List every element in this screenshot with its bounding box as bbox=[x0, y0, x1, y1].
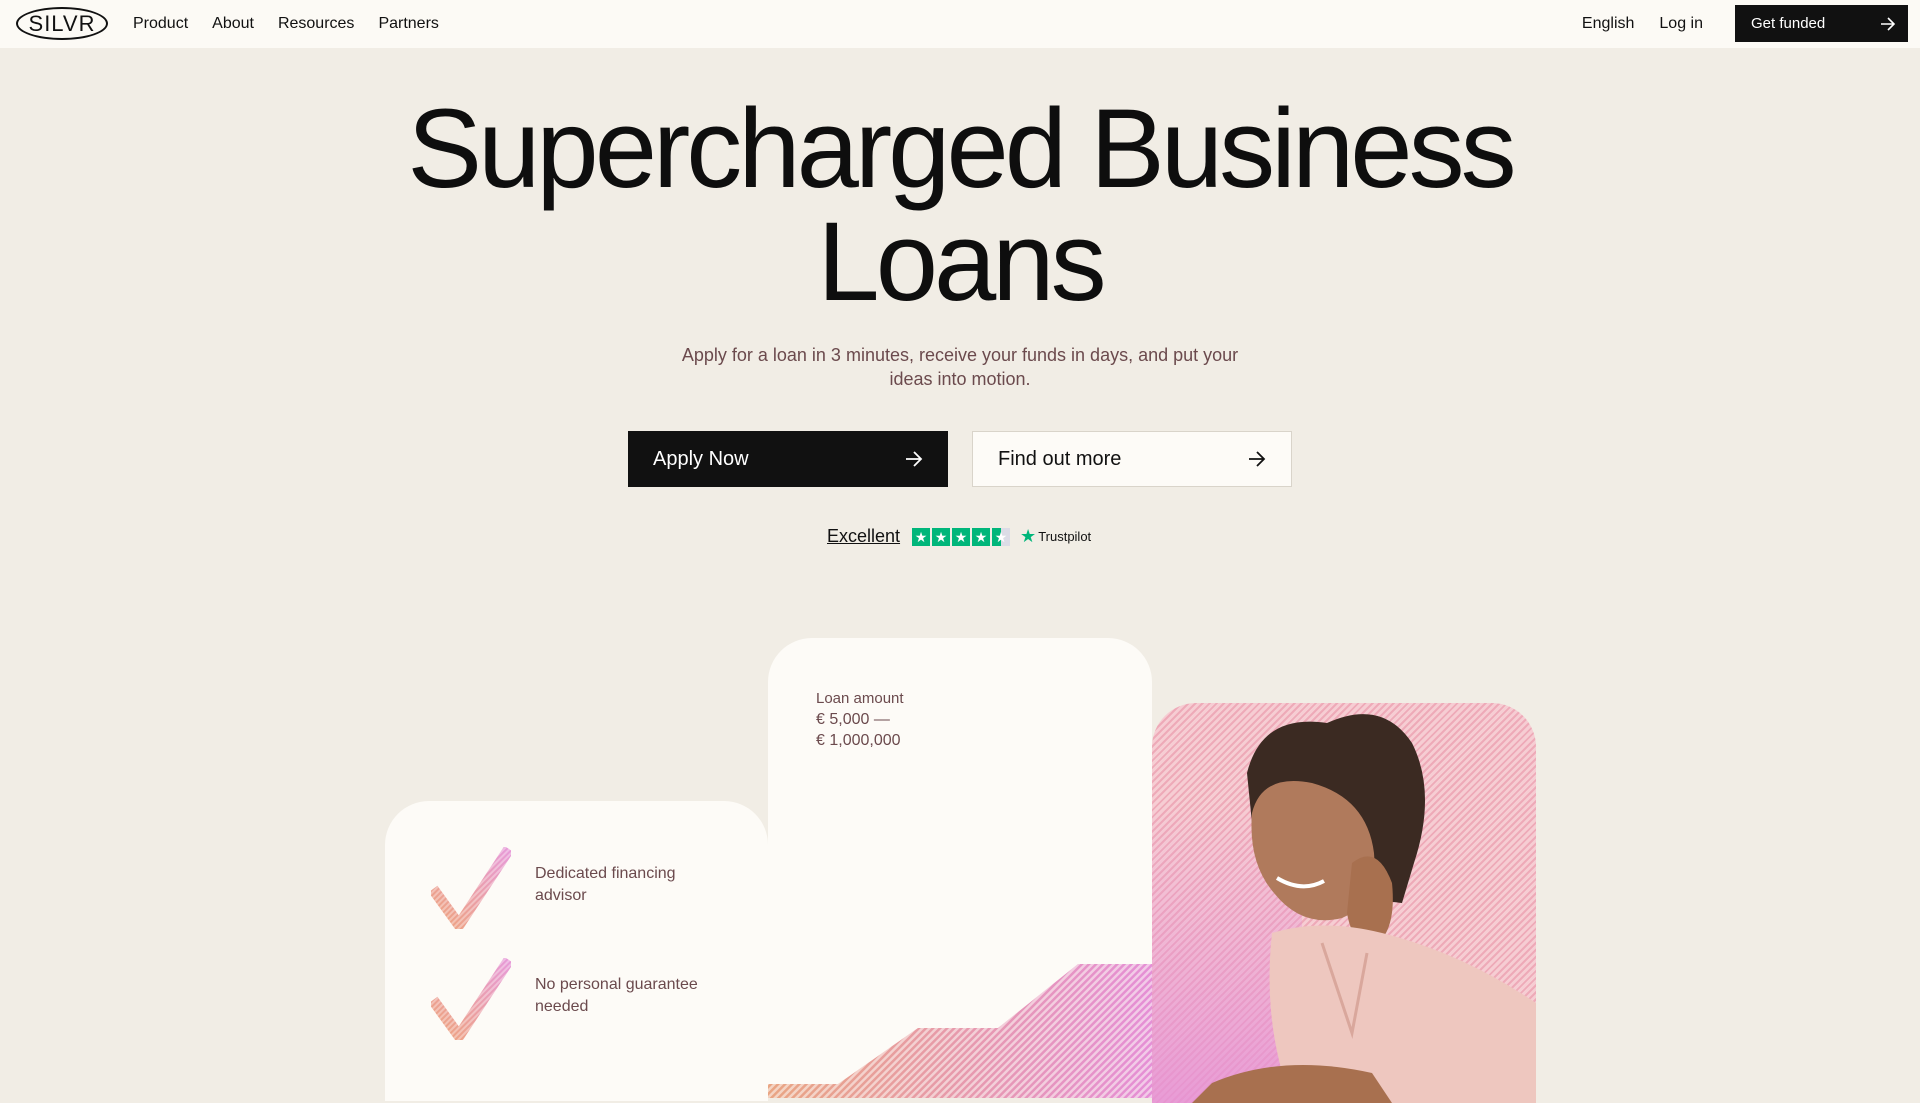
trustpilot-brand: Trustpilot bbox=[1038, 529, 1092, 544]
top-navbar: SILVR Product About Resources Partners E… bbox=[0, 0, 1920, 48]
trustpilot-widget[interactable]: Excellent ★ ★ ★ ★ ★ ★ Trustpilot bbox=[827, 526, 1091, 547]
star-icon: ★ bbox=[912, 527, 931, 546]
photo-illustration bbox=[1152, 714, 1536, 1103]
trustpilot-star-icon: ★ bbox=[1020, 526, 1037, 546]
nav-link-about[interactable]: About bbox=[212, 15, 254, 33]
nav-link-product[interactable]: Product bbox=[133, 15, 188, 33]
trustpilot-stars: ★ ★ ★ ★ ★ bbox=[912, 527, 1011, 546]
hero-title-line1: Supercharged Business bbox=[407, 86, 1516, 211]
trustpilot-logo: ★ Trustpilot bbox=[1020, 526, 1091, 547]
arrow-right-icon bbox=[1880, 16, 1896, 31]
login-link[interactable]: Log in bbox=[1659, 15, 1703, 33]
hero-title-line2: Loans bbox=[817, 199, 1106, 324]
find-out-more-button[interactable]: Find out more bbox=[972, 431, 1292, 487]
loan-amount-label: Loan amount bbox=[816, 690, 904, 707]
loan-amount-card: Loan amount € 5,000 — € 1,000,000 bbox=[768, 638, 1152, 1098]
feature-item: Dedicated financing advisor bbox=[431, 847, 715, 929]
hero-title: Supercharged Business Loans bbox=[0, 92, 1920, 318]
loan-amount-max: € 1,000,000 bbox=[816, 732, 901, 749]
loan-amount-min: € 5,000 — bbox=[816, 711, 890, 728]
apply-now-label: Apply Now bbox=[653, 447, 749, 470]
feature-text: No personal guarantee needed bbox=[535, 976, 698, 1015]
arrow-right-icon bbox=[905, 451, 923, 467]
nav-link-resources[interactable]: Resources bbox=[278, 15, 354, 33]
trustpilot-rating-text[interactable]: Excellent bbox=[827, 526, 900, 547]
features-card: Dedicated financing advisor No personal … bbox=[385, 801, 768, 1101]
feature-text: Dedicated financing advisor bbox=[535, 865, 676, 904]
get-funded-button[interactable]: Get funded bbox=[1735, 5, 1908, 42]
star-icon: ★ bbox=[992, 527, 1011, 546]
apply-now-button[interactable]: Apply Now bbox=[628, 431, 948, 487]
nav-right: English Log in Get funded bbox=[1582, 5, 1908, 42]
woman-photo bbox=[1152, 703, 1536, 1103]
nav-links: Product About Resources Partners bbox=[133, 15, 439, 33]
growth-area-graphic bbox=[768, 964, 1152, 1098]
loan-amount-range: € 5,000 — € 1,000,000 bbox=[816, 709, 936, 751]
language-selector[interactable]: English bbox=[1582, 15, 1634, 33]
nav-link-partners[interactable]: Partners bbox=[378, 15, 438, 33]
check-icon bbox=[431, 847, 511, 929]
arrow-right-icon bbox=[1248, 451, 1266, 467]
silvr-logo[interactable]: SILVR bbox=[16, 7, 108, 40]
feature-item: No personal guarantee needed bbox=[431, 958, 715, 1040]
star-icon: ★ bbox=[972, 527, 991, 546]
star-icon: ★ bbox=[932, 527, 951, 546]
star-icon: ★ bbox=[952, 527, 971, 546]
hero-subtitle: Apply for a loan in 3 minutes, receive y… bbox=[681, 345, 1239, 389]
get-funded-label: Get funded bbox=[1751, 15, 1826, 32]
check-icon bbox=[431, 958, 511, 1040]
logo-text: SILVR bbox=[28, 10, 96, 36]
find-out-more-label: Find out more bbox=[998, 447, 1122, 470]
